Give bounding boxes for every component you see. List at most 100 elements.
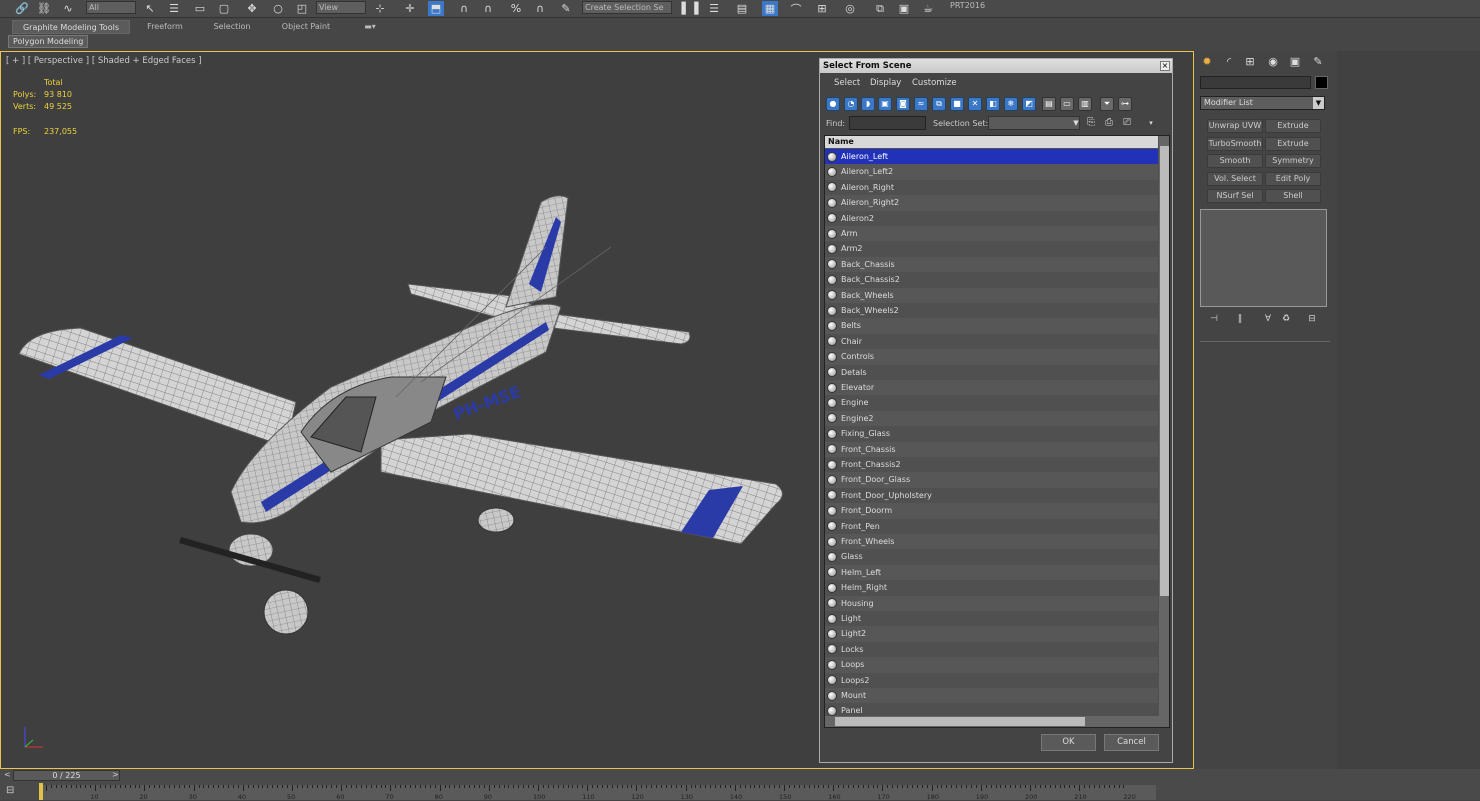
spinner-snap-icon[interactable]: ∩ xyxy=(532,1,548,16)
material-editor-icon[interactable]: ◎ xyxy=(842,1,858,16)
prev-frame-icon[interactable]: < xyxy=(4,770,11,779)
pivot-center-icon[interactable]: ⊹ xyxy=(372,1,388,16)
display-groups-icon[interactable]: ⧉ xyxy=(932,97,946,111)
mini-curve-editor-icon[interactable]: ⊟ xyxy=(6,785,26,799)
list-item[interactable]: Back_Wheels2 xyxy=(825,303,1158,318)
list-item[interactable]: Aileron_Right2 xyxy=(825,195,1158,211)
list-item[interactable]: Back_Chassis xyxy=(825,256,1158,273)
filter-icon[interactable]: ⏷ xyxy=(1100,97,1114,111)
select-object-icon[interactable]: ↖ xyxy=(142,1,158,16)
add-to-selection-set-icon[interactable]: ⎙ xyxy=(1102,116,1116,130)
dialog-title[interactable]: Select From Scene xyxy=(820,59,1172,73)
rotate-icon[interactable]: ○ xyxy=(270,1,286,16)
list-item[interactable]: Belts xyxy=(825,318,1158,334)
modifier-button-extrude[interactable]: Extrude xyxy=(1265,119,1321,133)
modifier-button-extrude-2[interactable]: Extrude xyxy=(1265,137,1321,151)
display-all-icon[interactable]: ▤ xyxy=(1042,97,1056,111)
render-production-icon[interactable]: ☕ xyxy=(920,1,936,16)
list-item[interactable]: Back_Chassis2 xyxy=(825,272,1158,287)
list-item[interactable]: Engine2 xyxy=(825,410,1158,427)
list-item[interactable]: Aileron_Left xyxy=(825,149,1158,165)
close-icon[interactable]: × xyxy=(1160,61,1170,71)
polygon-modeling-panel[interactable]: Polygon Modeling xyxy=(8,35,89,48)
list-item[interactable]: Loops xyxy=(825,657,1158,673)
display-bones-icon[interactable]: ✕ xyxy=(968,97,982,111)
list-item[interactable]: Helm_Left xyxy=(825,564,1158,581)
list-item[interactable]: Fixing_Glass xyxy=(825,426,1158,441)
list-item[interactable]: Arm xyxy=(825,226,1158,242)
list-item[interactable]: Aileron_Left2 xyxy=(825,164,1158,180)
modifier-button-unwrap-uvw[interactable]: Unwrap UVW xyxy=(1207,119,1263,133)
tab-object-paint[interactable]: Object Paint xyxy=(276,20,336,34)
list-item[interactable]: Helm_Right xyxy=(825,580,1158,595)
remove-modifier-icon[interactable]: ♻ xyxy=(1279,314,1293,326)
selection-set-dropdown[interactable] xyxy=(988,116,1080,130)
rectangular-selection-icon[interactable]: ▭ xyxy=(192,1,208,16)
vertical-scroll-thumb[interactable] xyxy=(1160,146,1169,596)
modifier-list-dropdown[interactable]: Modifier List ▼ xyxy=(1200,96,1325,110)
modifier-button-edit-poly[interactable]: Edit Poly xyxy=(1265,172,1321,186)
list-item[interactable]: Front_Wheels xyxy=(825,534,1158,550)
hierarchy-filter-icon[interactable]: ⊶ xyxy=(1118,97,1132,111)
cancel-button[interactable]: Cancel xyxy=(1104,734,1159,751)
modifier-button-symmetry[interactable]: Symmetry xyxy=(1265,154,1321,168)
curve-editor-icon[interactable]: ⌒ xyxy=(788,1,804,16)
select-link-icon[interactable]: 🔗 xyxy=(14,1,30,16)
window-crossing-icon[interactable]: ▢ xyxy=(216,1,232,16)
time-slider[interactable]: 0 / 225 xyxy=(13,770,120,781)
list-item[interactable]: Light xyxy=(825,611,1158,626)
menu-select[interactable]: Select xyxy=(834,78,860,88)
next-frame-icon[interactable]: > xyxy=(112,770,119,779)
create-tab-icon[interactable]: ✹ xyxy=(1199,54,1215,70)
object-name-field[interactable] xyxy=(1200,76,1311,89)
list-item[interactable]: Front_Pen xyxy=(825,519,1158,534)
display-lights-icon[interactable]: ◗ xyxy=(861,97,875,111)
list-item[interactable]: Aileron_Right xyxy=(825,180,1158,195)
list-item[interactable]: Aileron2 xyxy=(825,211,1158,226)
list-item[interactable]: Front_Door_Upholstery xyxy=(825,488,1158,503)
named-selection-sets-dropdown[interactable]: Create Selection Se xyxy=(582,1,672,14)
display-cameras-icon[interactable]: ▣ xyxy=(878,97,892,111)
tab-freeform[interactable]: Freeform xyxy=(140,20,190,34)
snap-toggle-icon[interactable]: ∩ xyxy=(456,1,472,16)
list-item[interactable]: Front_Door_Glass xyxy=(825,472,1158,488)
modify-tab-icon[interactable]: ◜ xyxy=(1221,54,1237,70)
chevron-down-icon[interactable]: ▼ xyxy=(1313,97,1324,109)
list-item[interactable]: Light2 xyxy=(825,626,1158,642)
tab-graphite-modeling-tools[interactable]: Graphite Modeling Tools xyxy=(12,20,130,34)
modifier-button-turbosmooth[interactable]: TurboSmooth xyxy=(1207,137,1263,151)
airplane-model[interactable]: PH-MSE xyxy=(1,52,821,769)
menu-customize[interactable]: Customize xyxy=(912,78,957,88)
graphite-toggle-icon[interactable]: ▦ xyxy=(762,1,778,16)
list-item[interactable]: Glass xyxy=(825,549,1158,564)
list-item[interactable]: Engine xyxy=(825,395,1158,410)
scale-icon[interactable]: ◰ xyxy=(294,1,310,16)
remove-from-selection-set-icon[interactable]: ⎚ xyxy=(1120,116,1134,130)
list-item[interactable]: Chair xyxy=(825,334,1158,349)
list-item[interactable]: Detals xyxy=(825,365,1158,380)
display-none-icon[interactable]: ▭ xyxy=(1060,97,1074,111)
select-by-name-icon[interactable]: ☰ xyxy=(166,1,182,16)
reference-coordinate-dropdown[interactable]: View xyxy=(316,1,366,14)
horizontal-scroll-thumb[interactable] xyxy=(835,717,1085,726)
list-item[interactable]: Elevator xyxy=(825,380,1158,396)
pin-stack-icon[interactable]: ⊣ xyxy=(1207,314,1221,326)
list-item[interactable]: Front_Chassis2 xyxy=(825,457,1158,472)
display-frozen-icon[interactable]: ❄ xyxy=(1004,97,1018,111)
schematic-view-icon[interactable]: ⊞ xyxy=(814,1,830,16)
modifier-button-smooth[interactable]: Smooth xyxy=(1207,154,1263,168)
hierarchy-tab-icon[interactable]: ⊞ xyxy=(1242,54,1258,70)
display-tab-icon[interactable]: ▣ xyxy=(1287,54,1303,70)
unlink-icon[interactable]: ⛓ xyxy=(36,1,52,16)
list-item[interactable]: Housing xyxy=(825,595,1158,611)
tab-selection[interactable]: Selection xyxy=(206,20,258,34)
bind-space-warp-icon[interactable]: ∿ xyxy=(60,1,76,16)
list-item[interactable]: Back_Wheels xyxy=(825,287,1158,303)
modifier-stack[interactable] xyxy=(1200,209,1327,307)
display-space-warps-icon[interactable]: ≈ xyxy=(914,97,928,111)
layer-manager-icon[interactable]: ▤ xyxy=(734,1,750,16)
list-item[interactable]: Front_Chassis xyxy=(825,441,1158,457)
angle-snap-icon[interactable]: ∩ xyxy=(480,1,496,16)
display-helpers-icon[interactable]: ◙ xyxy=(896,97,910,111)
column-header-name[interactable]: Name xyxy=(825,136,1158,148)
